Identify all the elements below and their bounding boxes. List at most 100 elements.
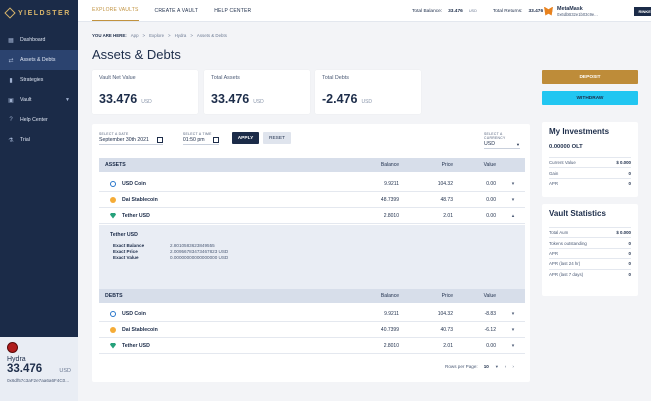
stat-value: 33.476 <box>211 92 250 106</box>
breadcrumb-current: Assets & Debts <box>196 33 227 38</box>
deposit-button[interactable]: DEPOSIT <box>542 70 638 84</box>
breadcrumb-sep: > <box>190 33 193 38</box>
vault-name: Hydra <box>7 356 26 363</box>
top-stats: Total Balance: 33.476 USD Total Returns:… <box>412 0 553 22</box>
balance-cell: 2.8010 <box>383 342 399 349</box>
reset-button[interactable]: RESET <box>263 132 291 144</box>
wallet-button[interactable]: MetaMask 0x6dbB32e1b03c9e... <box>544 0 598 22</box>
vault-address: 0x6df57c3aF2e7aa6a6F4C0... <box>7 378 70 383</box>
nav-explore-vaults[interactable]: EXPLORE VAULTS <box>92 0 139 21</box>
chevron-down-icon[interactable]: ▾ <box>509 327 517 333</box>
token-name: USD Coin <box>122 180 146 187</box>
assets-debts-panel: SELECT A DATE September 30th 2021 SELECT… <box>92 124 530 382</box>
prev-page-button[interactable]: ‹ <box>505 364 507 369</box>
network-badge[interactable]: RINKEBY <box>634 7 651 16</box>
balance-cell: 9.9211 <box>384 310 399 317</box>
stat-value: 0 <box>628 240 631 246</box>
breadcrumb-hydra[interactable]: Hydra <box>175 33 187 38</box>
stat-currency: USD <box>361 99 373 105</box>
total-balance-value: 33.476 <box>448 8 463 14</box>
wallet-address: 0x6dbB32e1b03c9e... <box>557 11 598 17</box>
detail-value: 2.00956783473467823 USD <box>170 248 229 254</box>
calendar-icon[interactable] <box>156 137 163 143</box>
breadcrumb-app[interactable]: App <box>131 33 139 38</box>
table-row[interactable]: Dai Stablecoin 40.7399 40.73 -6.12 ▾ <box>99 322 525 338</box>
nav-help-center[interactable]: HELP CENTER <box>214 0 251 21</box>
stat-card-total-assets: Total Assets 33.476 USD <box>204 70 310 114</box>
date-picker[interactable]: SELECT A DATE September 30th 2021 <box>99 132 163 145</box>
chevron-down-icon[interactable]: ▾ <box>509 181 517 187</box>
withdraw-button[interactable]: WITHDRAW <box>542 91 638 105</box>
breadcrumb-explore[interactable]: Explore <box>149 33 164 38</box>
sidebar-item-label: Dashboard <box>20 37 46 43</box>
value-cell: 0.00 <box>486 196 496 203</box>
price-cell: 2.01 <box>443 212 453 219</box>
chart-icon: ▮ <box>9 77 13 84</box>
nav-create-vault[interactable]: CREATE A VAULT <box>155 0 199 21</box>
usdc-icon <box>110 180 116 187</box>
token-name: Dai Stablecoin <box>122 326 158 333</box>
currency-select[interactable]: SELECT A CURRENCY USD ▼ <box>484 132 520 149</box>
total-balance-unit: USD <box>468 9 477 13</box>
table-row[interactable]: Tether USD 2.8010 2.01 0.00 ▾ <box>99 338 525 354</box>
stat-value: 0 <box>628 180 631 186</box>
chevron-down-icon[interactable]: ▼ <box>495 364 499 369</box>
stat-value: 0 <box>628 170 631 176</box>
breadcrumb: YOU ARE HERE: App > Explore > Hydra > As… <box>92 33 227 38</box>
vault-card[interactable]: Hydra 33.476 USD 0x6df57c3aF2e7aa6a6F4C0… <box>0 337 78 401</box>
vault-currency: USD <box>59 368 71 374</box>
total-returns-label: Total Returns: <box>492 8 523 14</box>
calendar-icon[interactable] <box>212 137 219 143</box>
sidebar-item-vault[interactable]: ▣ Vault ▼ <box>0 90 78 110</box>
sidebar-item-label: Help Center <box>20 117 48 123</box>
detail-label: Exact Price <box>113 248 138 254</box>
assets-title: ASSETS <box>105 162 126 168</box>
sidebar-item-assets-debts[interactable]: ⇄ Assets & Debts <box>0 50 78 70</box>
date-value: September 30th 2021 <box>99 137 149 143</box>
col-value: Value <box>483 293 496 299</box>
apply-button[interactable]: APPLY <box>232 132 259 144</box>
balance-cell: 40.7399 <box>380 326 399 333</box>
next-page-button[interactable]: › <box>512 364 514 369</box>
value-cell: 0.00 <box>486 212 496 219</box>
logo[interactable]: YIELDSTER <box>0 0 78 26</box>
table-row[interactable]: USD Coin 9.9211 104.32 -8.83 ▾ <box>99 306 525 322</box>
token-name: USD Coin <box>122 310 146 317</box>
vault-amount: 33.476 <box>7 363 43 375</box>
time-value: 01:50 pm <box>182 137 205 143</box>
table-row[interactable]: Tether USD 2.8010 2.01 0.00 ▴ <box>99 208 525 224</box>
chevron-up-icon[interactable]: ▴ <box>509 213 517 219</box>
debts-title: DEBTS <box>105 293 123 299</box>
sidebar-item-trial[interactable]: ⚗ Trial <box>0 130 78 150</box>
rows-per-page-select[interactable]: 10 <box>484 364 489 369</box>
topbar: EXPLORE VAULTS CREATE A VAULT HELP CENTE… <box>78 0 651 22</box>
stat-label: Total Assets <box>211 75 240 81</box>
chevron-down-icon[interactable]: ▾ <box>509 197 517 203</box>
sidebar-item-dashboard[interactable]: ▦ Dashboard <box>0 30 78 50</box>
stat-label: Gain <box>549 170 559 176</box>
col-value: Value <box>483 162 496 168</box>
debts-table-header: DEBTS Balance Price Value <box>99 289 525 303</box>
stat-label: Tokens outstanding <box>549 240 587 246</box>
stat-label: APR <box>549 180 559 186</box>
stat-card-net-value: Vault Net Value 33.476 USD <box>92 70 198 114</box>
stat-currency: USD <box>253 99 264 105</box>
stat-value: 0 <box>628 250 631 256</box>
col-balance: Balance <box>380 293 399 299</box>
grid-icon: ▦ <box>8 37 14 44</box>
dai-icon <box>110 326 116 333</box>
balance-cell: 48.7399 <box>380 196 399 203</box>
chevron-down-icon[interactable]: ▾ <box>509 343 517 349</box>
stat-value: 33.476 <box>99 92 138 106</box>
sidebar-item-help-center[interactable]: ? Help Center <box>0 110 78 130</box>
table-row[interactable]: Dai Stablecoin 48.7399 48.73 0.00 ▾ <box>99 192 525 208</box>
table-row[interactable]: USD Coin 9.9211 104.32 0.00 ▾ <box>99 176 525 192</box>
stat-label: Total Debts <box>322 75 349 81</box>
sidebar-item-strategies[interactable]: ▮ Strategies <box>0 70 78 90</box>
time-picker[interactable]: SELECT A TIME 01:50 pm <box>182 132 219 145</box>
balance-cell: 9.9211 <box>384 180 399 187</box>
breadcrumb-sep: > <box>142 33 146 38</box>
flask-icon: ⚗ <box>8 137 14 144</box>
chevron-down-icon[interactable]: ▾ <box>509 311 517 317</box>
col-price: Price <box>441 293 453 299</box>
